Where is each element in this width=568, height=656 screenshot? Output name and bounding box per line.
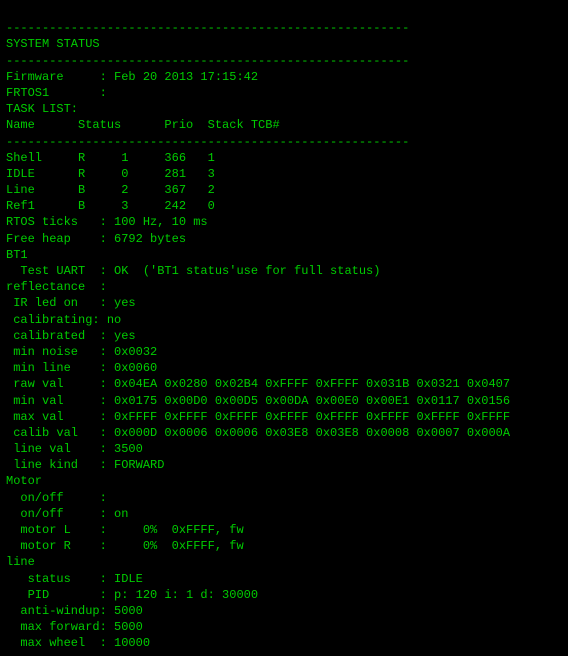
terminal-output: ----------------------------------------… [6,4,562,652]
terminal-line: line kind : FORWARD [6,457,562,473]
terminal-line: Motor [6,473,562,489]
terminal-line: anti-windup: 5000 [6,603,562,619]
terminal-line: ----------------------------------------… [6,53,562,69]
terminal-line: raw val : 0x04EA 0x0280 0x02B4 0xFFFF 0x… [6,376,562,392]
terminal-line: Line B 2 367 2 [6,182,562,198]
terminal-line: calibrating: no [6,312,562,328]
terminal-line: Ref1 B 3 242 0 [6,198,562,214]
terminal-line: on/off : [6,490,562,506]
terminal-line: reflectance : [6,279,562,295]
terminal-line: max val : 0xFFFF 0xFFFF 0xFFFF 0xFFFF 0x… [6,409,562,425]
terminal-line: status : IDLE [6,571,562,587]
terminal-line: line val : 3500 [6,441,562,457]
terminal-line: RTOS ticks : 100 Hz, 10 ms [6,214,562,230]
terminal-line: PID : p: 120 i: 1 d: 30000 [6,587,562,603]
terminal-line: motor R : 0% 0xFFFF, fw [6,538,562,554]
terminal-line: min noise : 0x0032 [6,344,562,360]
terminal-line: min val : 0x0175 0x00D0 0x00D5 0x00DA 0x… [6,393,562,409]
terminal-line: Free heap : 6792 bytes [6,231,562,247]
terminal-line: max wheel : 10000 [6,635,562,651]
terminal-line: calibrated : yes [6,328,562,344]
terminal-line: ----------------------------------------… [6,20,562,36]
terminal-line: IR led on : yes [6,295,562,311]
terminal-line: TASK LIST: [6,101,562,117]
terminal-line: SYSTEM STATUS [6,36,562,52]
terminal-line: min line : 0x0060 [6,360,562,376]
terminal-line: Test UART : OK ('BT1 status'use for full… [6,263,562,279]
terminal-line: Shell R 1 366 1 [6,150,562,166]
terminal-line: max forward: 5000 [6,619,562,635]
terminal-line: line [6,554,562,570]
terminal-line: on/off : on [6,506,562,522]
terminal-line: Name Status Prio Stack TCB# [6,117,562,133]
terminal-line: FRTOS1 : [6,85,562,101]
terminal-line: BT1 [6,247,562,263]
terminal-line: Firmware : Feb 20 2013 17:15:42 [6,69,562,85]
terminal-line: calib val : 0x000D 0x0006 0x0006 0x03E8 … [6,425,562,441]
terminal-line: motor L : 0% 0xFFFF, fw [6,522,562,538]
terminal-line: IDLE R 0 281 3 [6,166,562,182]
terminal-line: ----------------------------------------… [6,134,562,150]
